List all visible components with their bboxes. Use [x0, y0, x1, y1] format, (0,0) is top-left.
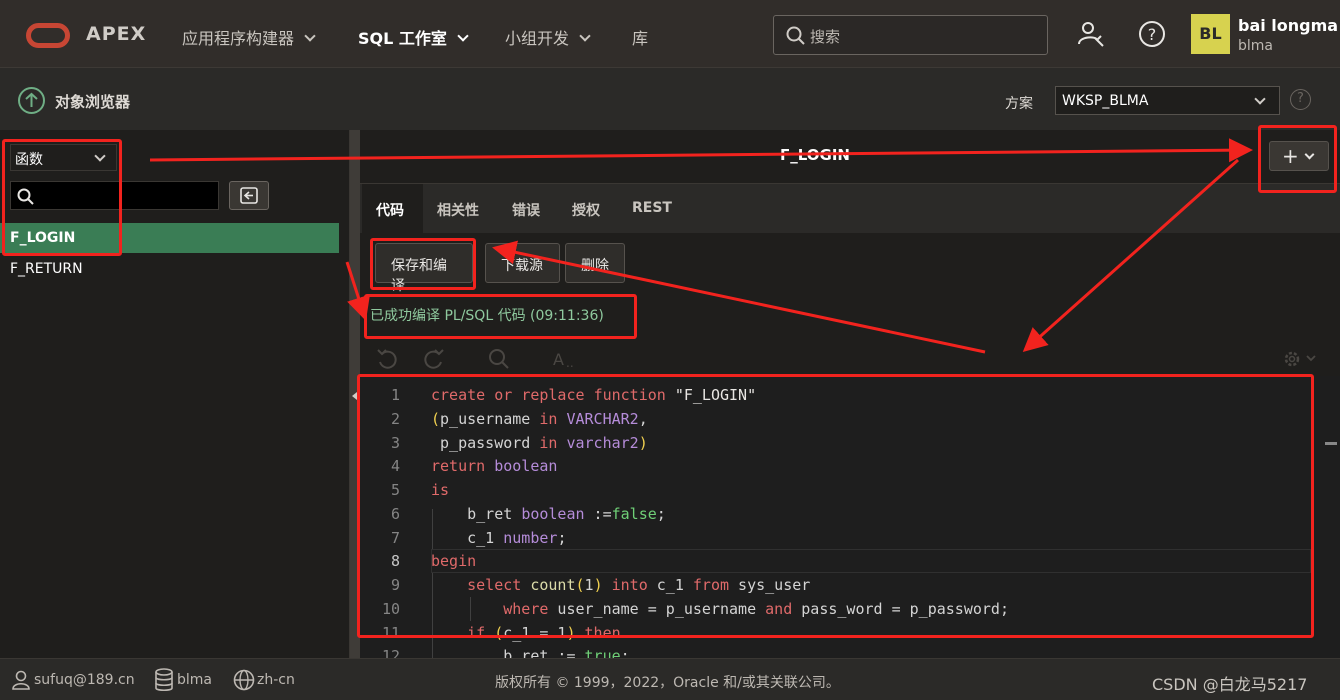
editor-settings-icon[interactable]: [1281, 348, 1321, 370]
nav-label: 应用程序构建器: [182, 29, 295, 48]
chevron-down-icon: [579, 30, 591, 42]
annotation-box-left: [2, 139, 122, 256]
tab-bar: [360, 183, 1340, 233]
nav-app-builder[interactable]: 应用程序构建器: [182, 25, 316, 49]
download-source-button[interactable]: 下载源: [485, 243, 560, 283]
apex-brand[interactable]: APEX: [86, 23, 146, 45]
arrow-up-glyph-icon: [25, 92, 38, 107]
object-title: F_LOGIN: [780, 146, 850, 164]
nav-team-dev[interactable]: 小组开发: [505, 25, 591, 49]
footer-user: sufuq@189.cn: [34, 672, 135, 688]
user-name[interactable]: bai longma: [1238, 16, 1338, 35]
drop-button[interactable]: 删除: [565, 243, 625, 283]
editor-scrollbar[interactable]: [1325, 376, 1340, 658]
page-title: 对象浏览器: [55, 93, 131, 111]
schema-label: 方案: [1005, 96, 1033, 112]
footer-language[interactable]: zh-cn: [257, 672, 295, 688]
svg-text:?: ?: [1148, 25, 1157, 44]
undo-icon[interactable]: [376, 348, 400, 370]
tab-rest[interactable]: REST: [632, 200, 672, 216]
chevron-down-icon: [1254, 93, 1266, 105]
watermark: CSDN @白龙马5217: [1152, 675, 1308, 694]
nav-label: SQL 工作室: [358, 29, 447, 48]
tab-grants[interactable]: 授权: [572, 200, 600, 220]
arrow-up-icon[interactable]: [18, 87, 45, 114]
reset-filter-button[interactable]: [229, 181, 269, 210]
svg-text:A: A: [553, 350, 564, 369]
redo-icon[interactable]: [421, 348, 445, 370]
search-icon: [786, 26, 805, 45]
nav-sql-workshop[interactable]: SQL 工作室: [358, 25, 469, 49]
annotation-box-code: [357, 374, 1314, 638]
schema-select[interactable]: WKSP_BLMA: [1055, 86, 1280, 115]
chevron-down-icon: [457, 30, 469, 42]
search-input[interactable]: 搜索: [773, 15, 1048, 55]
annotation-box-status: [364, 294, 637, 339]
object-item-f-return[interactable]: F_RETURN: [0, 254, 339, 284]
tab-dependencies[interactable]: 相关性: [437, 200, 479, 220]
user-icon: [12, 670, 30, 690]
svg-text:..: ..: [566, 356, 574, 370]
nav-label: 库: [632, 29, 649, 48]
schema-value: WKSP_BLMA: [1062, 93, 1149, 109]
footer-schema: blma: [177, 672, 212, 688]
scrollbar-thumb[interactable]: [1325, 442, 1337, 445]
help-icon[interactable]: ?: [1138, 20, 1166, 48]
chevron-down-icon: [304, 30, 316, 42]
search-placeholder: 搜索: [810, 28, 841, 46]
nav-label: 小组开发: [505, 29, 570, 48]
footer-copyright: 版权所有 © 1999，2022，Oracle 和/或其关联公司。: [495, 675, 840, 691]
schema-help-icon[interactable]: ?: [1290, 89, 1311, 110]
annotation-box-plus: [1258, 125, 1337, 193]
user-workspace: blma: [1238, 38, 1273, 54]
find-icon[interactable]: [487, 348, 511, 370]
reset-icon: [240, 187, 258, 204]
database-icon: [155, 668, 173, 692]
tab-errors[interactable]: 错误: [512, 200, 540, 220]
annotation-box-save: [370, 238, 476, 290]
oracle-logo-icon[interactable]: [26, 23, 70, 48]
admin-settings-icon[interactable]: [1077, 20, 1105, 48]
autocomplete-icon[interactable]: A..: [552, 348, 580, 370]
avatar[interactable]: BL: [1191, 14, 1230, 54]
globe-icon: [233, 669, 255, 691]
tab-code[interactable]: 代码: [376, 200, 404, 220]
nav-gallery[interactable]: 库: [632, 25, 648, 49]
